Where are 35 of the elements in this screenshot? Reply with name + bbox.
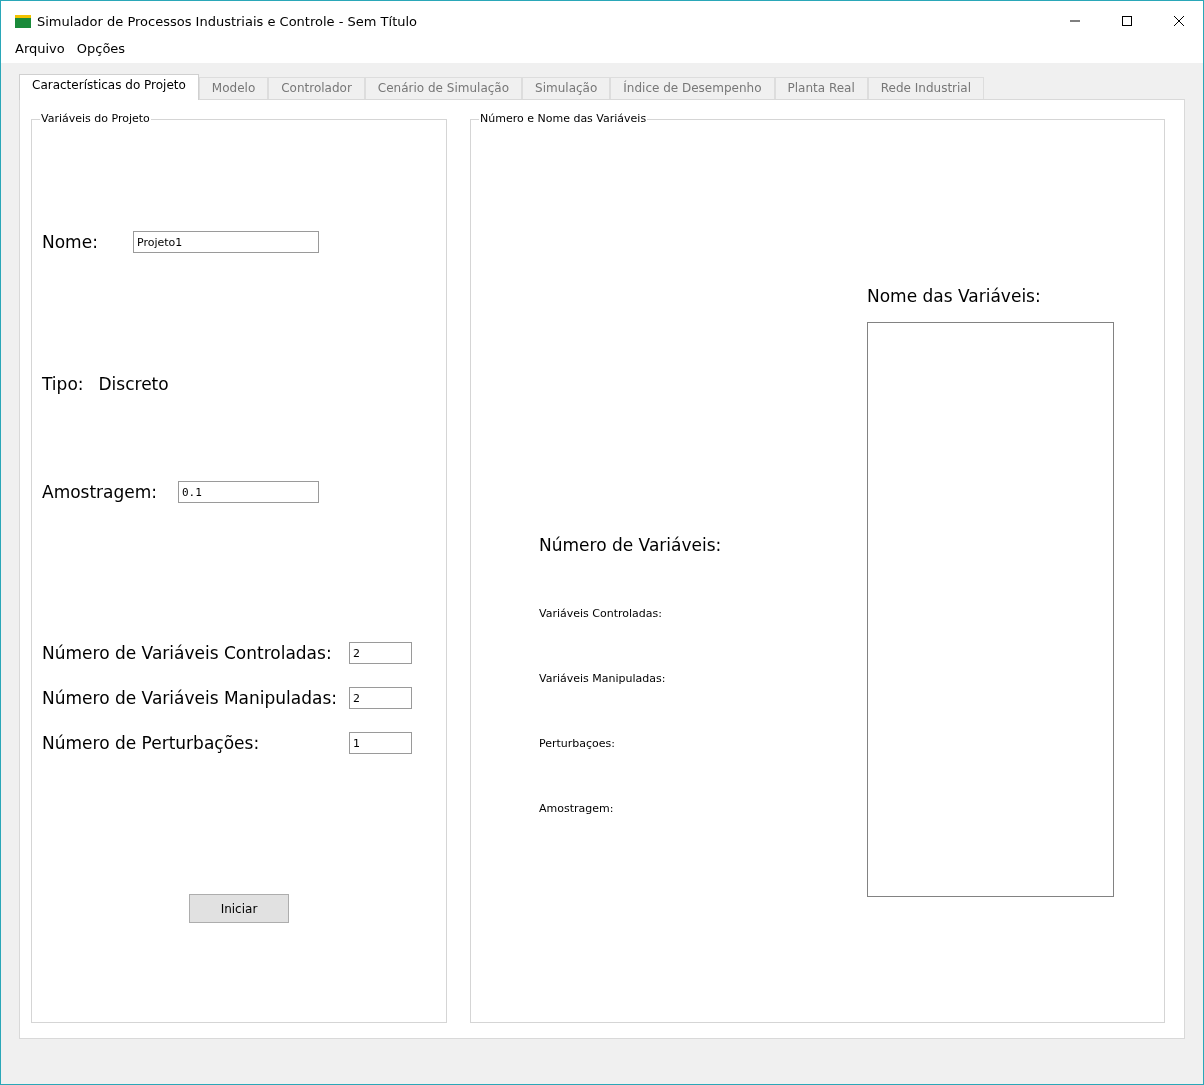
tab[interactable]: Cenário de Simulação [364,77,523,99]
field-label: Número de Variáveis Controladas: [42,643,333,663]
count-label: Variáveis Manipuladas: [539,672,667,685]
section-heading: Número de Variáveis: [539,535,723,555]
field-label: Tipo: [42,374,84,394]
name-input[interactable]: Projeto1 [133,231,319,253]
app-logo-icon [15,14,31,28]
menu-item[interactable]: Opções [76,41,126,56]
window-title: Simulador de Processos Industriais e Controle - Sem Título [37,13,418,29]
count-label: Perturbaçoes: [539,737,617,750]
group-title: Variáveis do Projeto [40,112,151,125]
tab[interactable]: Índice de Desempenho [610,77,775,99]
count-label: Amostragem: [539,802,615,815]
sampling-input[interactable]: 0.1 [178,481,319,503]
maximize-icon[interactable] [1121,15,1133,27]
count-input[interactable]: 1 [349,732,412,754]
start-button[interactable]: Iniciar [189,894,289,923]
count-input[interactable]: 2 [349,687,412,709]
group-title: Número e Nome das Variáveis [479,112,648,125]
close-icon[interactable] [1173,15,1185,27]
field-label: Nome: [42,232,99,252]
count-input[interactable]: 2 [349,642,412,664]
tab[interactable]: Rede Industrial [867,77,985,99]
tab[interactable]: Controlador [268,77,365,99]
tab[interactable]: Modelo [198,77,269,99]
section-heading: Nome das Variáveis: [867,286,1042,306]
field-label: Número de Perturbações: [42,733,261,753]
tab[interactable]: Planta Real [774,77,868,99]
type-value: Discreto [98,374,169,394]
field-label: Amostragem: [42,482,159,502]
tab[interactable]: Simulação [522,77,611,99]
menu-item[interactable]: Arquivo [15,41,65,56]
count-label: Variáveis Controladas: [539,607,663,620]
tab[interactable]: Características do Projeto [19,74,199,100]
field-label: Número de Variáveis Manipuladas: [42,688,339,708]
